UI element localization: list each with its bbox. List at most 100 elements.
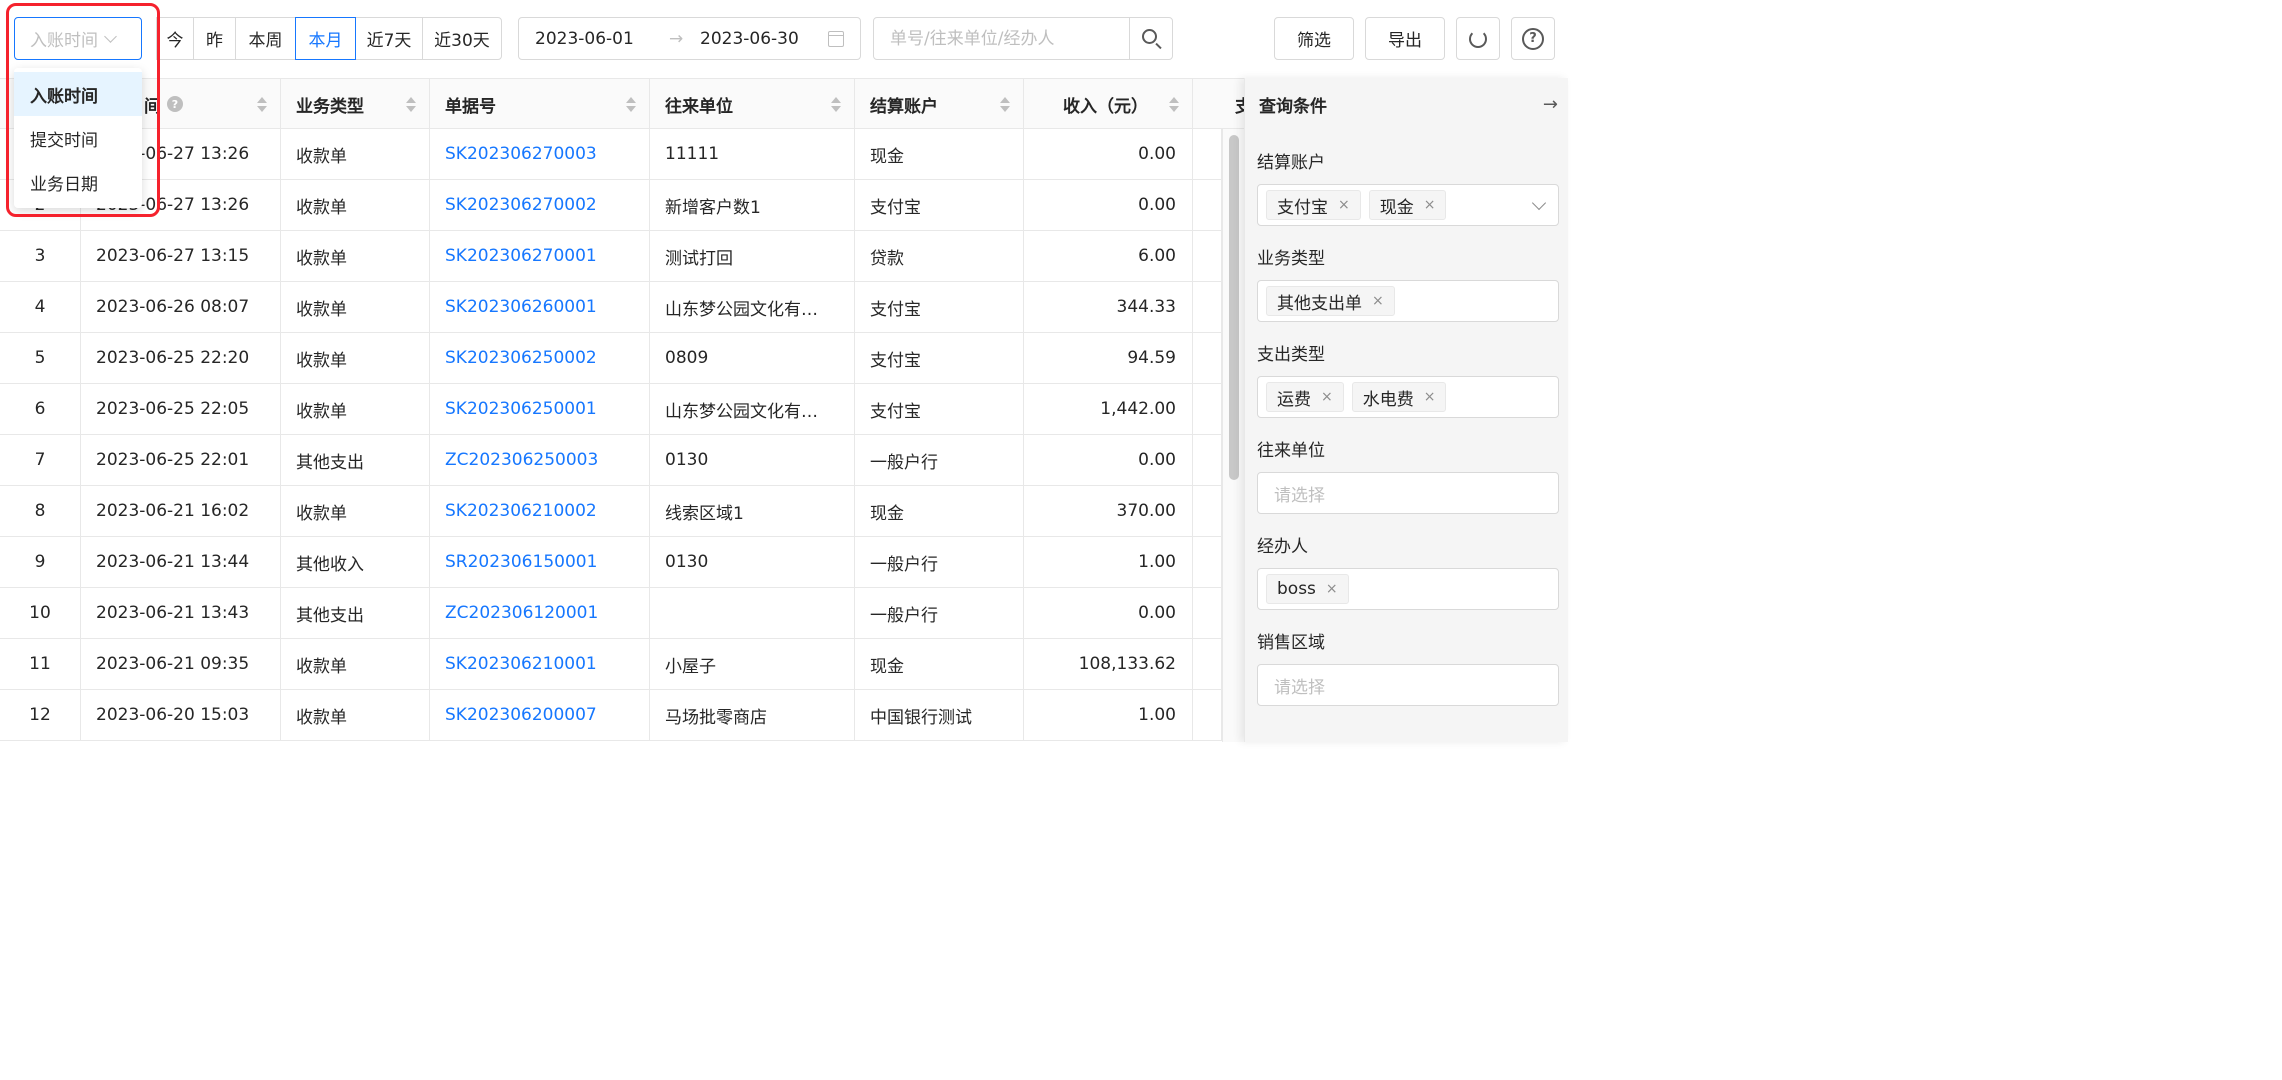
time-type-option-business-date[interactable]: 业务日期 — [14, 160, 142, 204]
export-button[interactable]: 导出 — [1365, 17, 1445, 60]
cell-entry-time: 2023-06-27 13:15 — [81, 231, 281, 281]
field-select[interactable]: 请选择 — [1257, 664, 1559, 706]
cell-document-no[interactable]: SK202306250002 — [430, 333, 650, 383]
selected-tag: 水电费 × — [1351, 382, 1447, 412]
column-header-counterparty[interactable]: 往来单位 — [650, 79, 855, 129]
column-header-document-no[interactable]: 单据号 — [430, 79, 650, 129]
field-select[interactable]: boss × — [1257, 568, 1559, 610]
field-select[interactable]: 请选择 — [1257, 472, 1559, 514]
refresh-button[interactable] — [1456, 17, 1500, 60]
field-label: 业务类型 — [1257, 249, 1325, 269]
cell-account: 现金 — [855, 129, 1024, 179]
search-input[interactable] — [874, 18, 1129, 59]
cell-document-no[interactable]: SR202306150001 — [430, 537, 650, 587]
time-type-select[interactable]: 入账时间 — [14, 17, 142, 60]
table-row[interactable]: 4 2023-06-26 08:07 收款单 SK202306260001 山东梦公园文… — [0, 282, 1222, 333]
search-button[interactable] — [1129, 18, 1172, 59]
sort-icon[interactable] — [1169, 97, 1179, 113]
cell-income: 1.00 — [1024, 690, 1193, 740]
table-row[interactable]: 3 2023-06-27 13:15 收款单 SK202306270001 测试打回 贷款… — [0, 231, 1222, 282]
cell-expense — [1193, 231, 1222, 281]
cell-document-no[interactable]: SK202306270001 — [430, 231, 650, 281]
search-icon — [1142, 29, 1157, 44]
table-row[interactable]: 7 2023-06-25 22:01 其他支出 ZC202306250003 0130 一… — [0, 435, 1222, 486]
cell-document-no[interactable]: ZC202306120001 — [430, 588, 650, 638]
quick-range-today[interactable]: 今 — [156, 17, 194, 60]
cell-account: 一般户行 — [855, 435, 1024, 485]
quick-range-label: 近7天 — [366, 31, 412, 51]
table-row[interactable]: 5 2023-06-25 22:20 收款单 SK202306250002 0809 支付… — [0, 333, 1222, 384]
sort-icon[interactable] — [406, 97, 416, 113]
cell-income: 0.00 — [1024, 435, 1193, 485]
close-icon[interactable]: × — [1326, 581, 1338, 597]
filter-button[interactable]: 筛选 — [1274, 17, 1354, 60]
table-row[interactable]: 12 2023-06-20 15:03 收款单 SK202306200007 马场批零商… — [0, 690, 1222, 741]
column-header-income[interactable]: 收入（元） — [1024, 79, 1193, 129]
cell-document-no[interactable]: ZC202306250003 — [430, 435, 650, 485]
table-row[interactable]: 10 2023-06-21 13:43 其他支出 ZC202306120001 一般户行… — [0, 588, 1222, 639]
selected-tag: 其他支出单 × — [1266, 286, 1395, 316]
cell-document-no[interactable]: SK202306270003 — [430, 129, 650, 179]
cell-business-type: 收款单 — [281, 180, 430, 230]
cell-expense — [1193, 435, 1222, 485]
quick-range-30-days[interactable]: 近30天 — [422, 17, 502, 60]
close-icon[interactable]: × — [1338, 197, 1350, 213]
vertical-scrollbar[interactable] — [1222, 129, 1244, 742]
column-header-business-type[interactable]: 业务类型 — [281, 79, 430, 129]
cell-business-type: 收款单 — [281, 231, 430, 281]
filter-button-label: 筛选 — [1297, 31, 1331, 51]
table-row[interactable]: 12023-06-27 13:26收款单SK20230627000311111现… — [0, 129, 1222, 180]
calendar-icon — [828, 31, 844, 47]
field-label: 往来单位 — [1257, 441, 1325, 461]
sort-icon[interactable] — [257, 97, 267, 113]
date-end[interactable]: 2023-06-30 — [700, 29, 799, 49]
cell-expense — [1193, 588, 1222, 638]
table-row[interactable]: 11 2023-06-21 09:35 收款单 SK202306210001 小屋子 现金… — [0, 639, 1222, 690]
table-row[interactable]: 22023-06-27 13:26收款单SK202306270002新增客户数1… — [0, 180, 1222, 231]
column-header-account[interactable]: 结算账户 — [855, 79, 1024, 129]
close-icon[interactable]: × — [1424, 197, 1436, 213]
cell-expense — [1193, 180, 1222, 230]
quick-range-this-week[interactable]: 本周 — [235, 17, 296, 60]
field-select[interactable]: 支付宝 × 现金 × — [1257, 184, 1559, 226]
cell-document-no[interactable]: SK202306270002 — [430, 180, 650, 230]
time-type-option-entry-time[interactable]: 入账时间 — [14, 72, 142, 116]
close-icon[interactable]: × — [1372, 293, 1384, 309]
cell-account: 支付宝 — [855, 180, 1024, 230]
question-icon[interactable]: ? — [167, 96, 183, 112]
close-icon[interactable]: × — [1321, 389, 1333, 405]
close-icon[interactable]: × — [1424, 389, 1436, 405]
time-type-option-submit-time[interactable]: 提交时间 — [14, 116, 142, 160]
cell-document-no[interactable]: SK202306250001 — [430, 384, 650, 434]
help-button[interactable]: ? — [1511, 17, 1555, 60]
field-select[interactable]: 其他支出单 × — [1257, 280, 1559, 322]
cell-counterparty: 新增客户数1 — [650, 180, 855, 230]
cell-account: 支付宝 — [855, 333, 1024, 383]
quick-range-this-month[interactable]: 本月 — [295, 17, 356, 60]
cell-business-type: 其他支出 — [281, 588, 430, 638]
cell-business-type: 其他支出 — [281, 435, 430, 485]
cell-document-no[interactable]: SK202306200007 — [430, 690, 650, 740]
table-row[interactable]: 9 2023-06-21 13:44 其他收入 SR202306150001 0130 一… — [0, 537, 1222, 588]
cell-document-no[interactable]: SK202306260001 — [430, 282, 650, 332]
field-select[interactable]: 运费 × 水电费 × — [1257, 376, 1559, 418]
cell-income: 1,442.00 — [1024, 384, 1193, 434]
cell-index: 12 — [0, 690, 81, 740]
scrollbar-thumb[interactable] — [1229, 135, 1239, 480]
date-range-picker[interactable]: 2023-06-01 → 2023-06-30 — [518, 17, 861, 60]
table-row[interactable]: 8 2023-06-21 16:02 收款单 SK202306210002 线索区域1 现… — [0, 486, 1222, 537]
collapse-panel-icon[interactable]: → — [1543, 94, 1558, 115]
cell-account: 支付宝 — [855, 384, 1024, 434]
quick-range-yesterday[interactable]: 昨 — [193, 17, 236, 60]
table-row[interactable]: 6 2023-06-25 22:05 收款单 SK202306250001 山东梦公园文… — [0, 384, 1222, 435]
cell-document-no[interactable]: SK202306210002 — [430, 486, 650, 536]
date-start[interactable]: 2023-06-01 — [535, 29, 634, 49]
sort-icon[interactable] — [1000, 97, 1010, 113]
sort-icon[interactable] — [831, 97, 841, 113]
sort-icon[interactable] — [626, 97, 636, 113]
cell-index: 10 — [0, 588, 81, 638]
column-header-label: 往来单位 — [665, 96, 733, 117]
cell-entry-time: 2023-06-21 09:35 — [81, 639, 281, 689]
cell-document-no[interactable]: SK202306210001 — [430, 639, 650, 689]
quick-range-7-days[interactable]: 近7天 — [355, 17, 423, 60]
